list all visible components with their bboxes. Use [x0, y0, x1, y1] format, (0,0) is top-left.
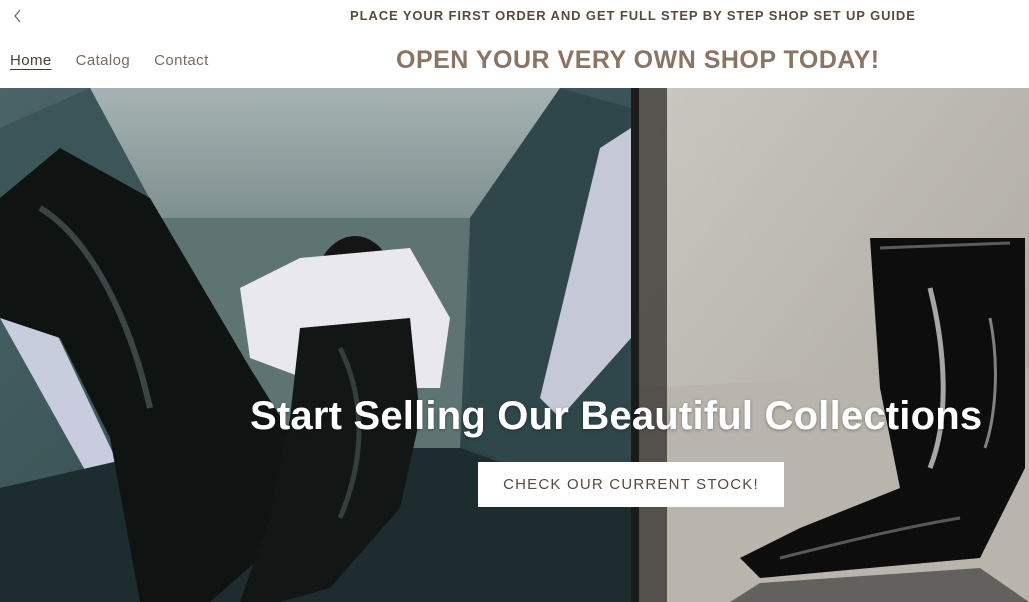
nav-catalog-link[interactable]: Catalog [76, 52, 131, 69]
right-hero-photo [639, 88, 1029, 602]
nav-contact-link[interactable]: Contact [154, 52, 209, 69]
check-stock-button[interactable]: CHECK OUR CURRENT STOCK! [478, 462, 784, 507]
main-nav: Home Catalog Contact [10, 52, 233, 69]
announcement-bar: PLACE YOUR FIRST ORDER AND GET FULL STEP… [0, 0, 1029, 32]
site-header: Home Catalog Contact OPEN YOUR VERY OWN … [0, 32, 1029, 88]
hero-heading: Start Selling Our Beautiful Collections [250, 394, 983, 438]
nav-home-link[interactable]: Home [10, 52, 52, 69]
hero-banner: Start Selling Our Beautiful Collections … [0, 88, 1029, 602]
announcement-text: PLACE YOUR FIRST ORDER AND GET FULL STEP… [350, 8, 916, 23]
chevron-left-icon[interactable] [8, 6, 28, 26]
left-hero-photo [0, 88, 631, 602]
brand-title[interactable]: OPEN YOUR VERY OWN SHOP TODAY! [396, 46, 880, 75]
